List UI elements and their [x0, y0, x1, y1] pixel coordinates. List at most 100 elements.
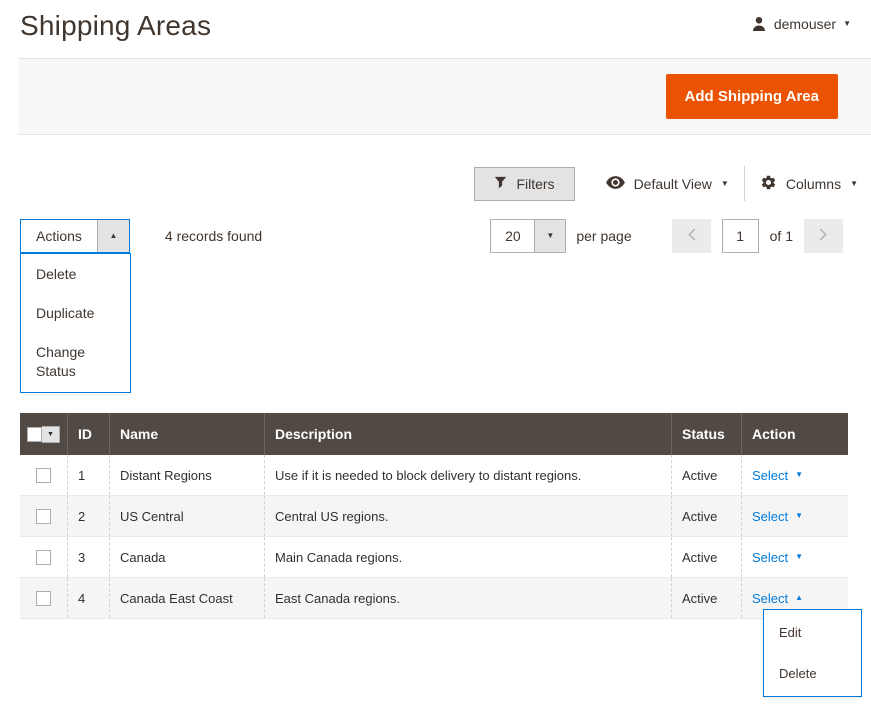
actions-button[interactable]: Actions ▲ — [20, 219, 130, 253]
table-header-row: ▼ ID Name Description Status Action — [20, 413, 848, 455]
cell-status: Active — [672, 578, 742, 618]
caret-down-icon: ▼ — [843, 20, 851, 28]
mass-actions: Actions ▲ Delete Duplicate Change Status — [20, 219, 130, 253]
user-icon — [751, 16, 767, 32]
select-all-caret-button[interactable]: ▼ — [42, 426, 60, 443]
per-page-control: 20 ▼ per page — [490, 219, 631, 253]
caret-down-icon: ▼ — [47, 431, 54, 438]
columns-selector[interactable]: Columns ▼ — [760, 174, 858, 194]
row-select-label: Select — [752, 509, 788, 524]
caret-down-icon: ▼ — [795, 553, 803, 561]
row-checkbox[interactable] — [36, 509, 51, 524]
caret-down-icon: ▼ — [795, 512, 803, 520]
column-header-name[interactable]: Name — [110, 413, 265, 455]
row-select-link[interactable]: Select ▲ — [752, 591, 803, 606]
gear-icon — [760, 174, 777, 194]
actions-button-label: Actions — [21, 220, 97, 252]
per-page-select[interactable]: 20 ▼ — [490, 219, 566, 253]
select-all-widget: ▼ — [27, 426, 60, 443]
row-select-label: Select — [752, 550, 788, 565]
current-page-input[interactable] — [722, 219, 759, 253]
page-title: Shipping Areas — [20, 10, 211, 42]
filter-icon — [494, 176, 507, 192]
caret-down-icon: ▼ — [721, 180, 729, 188]
next-page-button[interactable] — [804, 219, 843, 253]
caret-down-icon: ▼ — [546, 232, 554, 240]
grid-toolbar: Filters Default View ▼ Columns ▼ — [0, 166, 871, 201]
filters-label: Filters — [516, 176, 554, 192]
cell-name: Distant Regions — [110, 455, 265, 495]
row-checkbox[interactable] — [36, 591, 51, 606]
row-select-link[interactable]: Select ▼ — [752, 468, 803, 483]
shipping-areas-table: ▼ ID Name Description Status Action 1 Di… — [20, 413, 848, 619]
cell-description: East Canada regions. — [265, 578, 672, 618]
per-page-caret-button[interactable]: ▼ — [534, 220, 565, 252]
actions-menu-item-change-status[interactable]: Change Status — [21, 333, 130, 391]
total-pages-label: of 1 — [770, 228, 793, 244]
cell-name: Canada East Coast — [110, 578, 265, 618]
cell-action: Select ▲ Edit Delete — [742, 578, 848, 618]
cell-action: Select ▼ — [742, 455, 848, 495]
account-menu[interactable]: demouser ▼ — [751, 16, 851, 32]
column-header-status[interactable]: Status — [672, 413, 742, 455]
cell-name: US Central — [110, 496, 265, 536]
actions-dropdown-menu: Delete Duplicate Change Status — [20, 253, 131, 393]
view-label: Default View — [634, 176, 712, 192]
column-header-action: Action — [742, 413, 848, 455]
actions-menu-item-duplicate[interactable]: Duplicate — [21, 294, 130, 333]
chevron-left-icon — [687, 228, 696, 244]
row-checkbox-cell — [20, 537, 68, 577]
caret-up-icon: ▲ — [109, 232, 117, 240]
toolbar-divider — [744, 166, 745, 201]
row-checkbox-cell — [20, 496, 68, 536]
per-page-value: 20 — [491, 220, 534, 252]
row-checkbox-cell — [20, 578, 68, 618]
row-checkbox[interactable] — [36, 550, 51, 565]
actions-caret-button[interactable]: ▲ — [97, 220, 129, 252]
row-select-label: Select — [752, 591, 788, 606]
page-header: Shipping Areas demouser ▼ — [0, 0, 871, 48]
per-page-label: per page — [576, 228, 631, 244]
filters-button[interactable]: Filters — [474, 167, 574, 201]
page-actions-band: Add Shipping Area — [18, 58, 871, 135]
row-select-label: Select — [752, 468, 788, 483]
select-all-checkbox[interactable] — [27, 427, 42, 442]
cell-id: 3 — [68, 537, 110, 577]
records-found-text: 4 records found — [165, 228, 262, 244]
cell-id: 4 — [68, 578, 110, 618]
add-shipping-area-button[interactable]: Add Shipping Area — [666, 74, 838, 119]
row-checkbox[interactable] — [36, 468, 51, 483]
row-checkbox-cell — [20, 455, 68, 495]
chevron-right-icon — [819, 228, 828, 244]
columns-label: Columns — [786, 176, 841, 192]
cell-description: Central US regions. — [265, 496, 672, 536]
cell-description: Use if it is needed to block delivery to… — [265, 455, 672, 495]
pagination: of 1 — [672, 219, 843, 253]
previous-page-button[interactable] — [672, 219, 711, 253]
account-username: demouser — [774, 16, 836, 32]
actions-menu-item-delete[interactable]: Delete — [21, 255, 130, 294]
column-header-id[interactable]: ID — [68, 413, 110, 455]
cell-id: 1 — [68, 455, 110, 495]
row-select-link[interactable]: Select ▼ — [752, 550, 803, 565]
select-all-header-cell: ▼ — [20, 413, 68, 455]
row-action-dropdown-menu: Edit Delete — [763, 609, 862, 697]
table-row: 2 US Central Central US regions. Active … — [20, 496, 848, 537]
caret-up-icon: ▲ — [795, 594, 803, 602]
cell-action: Select ▼ — [742, 537, 848, 577]
view-selector[interactable]: Default View ▼ — [606, 176, 729, 192]
table-row: 1 Distant Regions Use if it is needed to… — [20, 455, 848, 496]
table-row: 4 Canada East Coast East Canada regions.… — [20, 578, 848, 619]
column-header-description[interactable]: Description — [265, 413, 672, 455]
caret-down-icon: ▼ — [795, 471, 803, 479]
caret-down-icon: ▼ — [850, 180, 858, 188]
cell-status: Active — [672, 496, 742, 536]
cell-status: Active — [672, 455, 742, 495]
cell-description: Main Canada regions. — [265, 537, 672, 577]
row-select-link[interactable]: Select ▼ — [752, 509, 803, 524]
cell-id: 2 — [68, 496, 110, 536]
row-action-menu-item-delete[interactable]: Delete — [764, 653, 861, 694]
grid-controls-row: Actions ▲ Delete Duplicate Change Status… — [0, 219, 871, 253]
row-action-menu-item-edit[interactable]: Edit — [764, 612, 861, 653]
eye-icon — [606, 176, 625, 192]
